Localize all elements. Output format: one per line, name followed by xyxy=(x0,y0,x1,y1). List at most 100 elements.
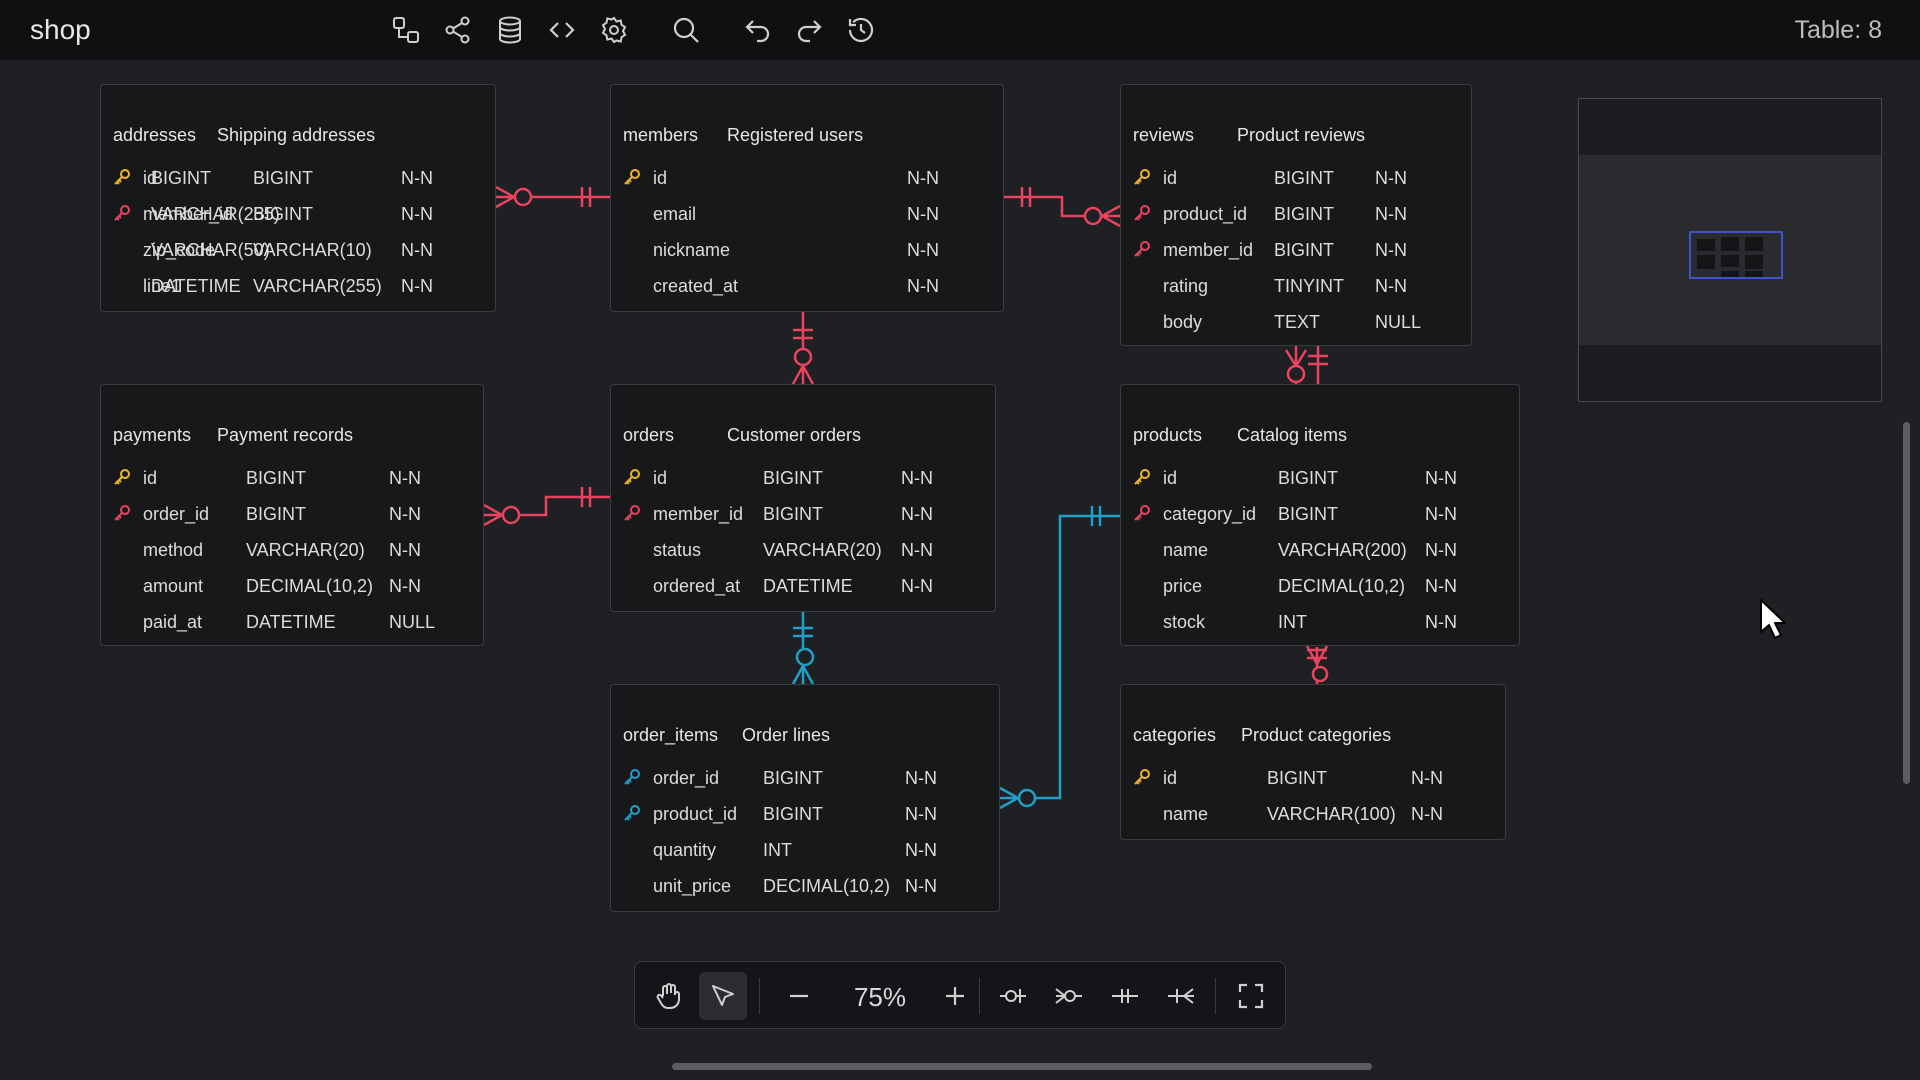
redo-icon[interactable] xyxy=(791,12,827,48)
zero-or-many-icon[interactable] xyxy=(1045,972,1093,1020)
zero-or-one-icon[interactable] xyxy=(989,972,1037,1020)
share-icon[interactable] xyxy=(440,12,476,48)
relation-orders-payments xyxy=(483,487,610,527)
column-type: TINYINT xyxy=(1274,276,1344,296)
column-row[interactable]: email VARCHAR(255) N-N xyxy=(151,197,1003,233)
column-row[interactable]: member_id BIGINT N-N xyxy=(611,497,995,533)
column-nullability: N-N xyxy=(401,240,433,260)
table-members[interactable]: members Registered users id BIGINT N-N email V… xyxy=(151,84,1004,312)
column-name: ordered_at xyxy=(653,576,741,596)
column-row[interactable]: id BIGINT N-N xyxy=(1121,161,1471,197)
column-type: DATETIME xyxy=(246,612,336,632)
foreign-key-icon xyxy=(113,204,131,222)
foreign-key-icon xyxy=(1133,240,1151,258)
column-row[interactable]: rating TINYINT N-N xyxy=(1121,269,1471,305)
column-row[interactable]: member_id BIGINT N-N xyxy=(1121,233,1471,269)
relation-members-reviews xyxy=(1004,187,1121,228)
hand-tool-icon[interactable] xyxy=(645,972,693,1020)
column-row[interactable]: stock INT N-N xyxy=(1121,605,1519,641)
one-or-many-icon[interactable] xyxy=(1157,972,1205,1020)
column-nullability: N-N xyxy=(901,576,933,596)
zoom-in-icon[interactable] xyxy=(931,972,979,1020)
column-nullability: N-N xyxy=(901,468,933,488)
column-row[interactable]: product_id BIGINT N-N xyxy=(1121,197,1471,233)
column-row[interactable]: id BIGINT N-N xyxy=(1121,461,1519,497)
column-type: VARCHAR(20) xyxy=(763,540,882,560)
undo-icon[interactable] xyxy=(740,12,776,48)
vertical-scrollbar[interactable] xyxy=(1903,422,1910,784)
column-row[interactable]: id BIGINT N-N xyxy=(101,461,483,497)
column-nullability: N-N xyxy=(389,504,421,524)
column-row[interactable]: ordered_at DATETIME N-N xyxy=(611,569,995,605)
column-type: BIGINT xyxy=(246,468,307,488)
column-name: id xyxy=(143,468,158,488)
table-name: categories xyxy=(1133,725,1217,745)
table-categories[interactable]: categories Product categories id BIGINT N-N n… xyxy=(1120,684,1506,840)
search-icon[interactable] xyxy=(668,12,704,48)
column-type: DECIMAL(10,2) xyxy=(763,876,891,896)
table-reviews[interactable]: reviews Product reviews id BIGINT N-N product… xyxy=(1120,84,1472,346)
table-description: Product reviews xyxy=(1237,125,1366,145)
column-nullability: N-N xyxy=(905,840,937,860)
column-row[interactable]: created_at DATETIME N-N xyxy=(151,269,1003,305)
column-row[interactable]: name VARCHAR(100) N-N xyxy=(1121,797,1505,833)
table-products[interactable]: products Catalog items id BIGINT N-N category… xyxy=(1120,384,1520,646)
column-row[interactable]: body TEXT NULL xyxy=(1121,305,1471,341)
relation-products-reviews xyxy=(1284,346,1328,384)
column-type: VARCHAR(10) xyxy=(253,240,372,260)
top-bar: shop Table: 8 xyxy=(0,0,1920,60)
column-row[interactable]: id BIGINT N-N xyxy=(611,461,995,497)
column-name: product_id xyxy=(653,804,738,824)
table-payments[interactable]: payments Payment records id BIGINT N-N order_… xyxy=(100,384,484,646)
exactly-one-icon[interactable] xyxy=(1101,972,1149,1020)
column-row[interactable]: quantity INT N-N xyxy=(611,833,999,869)
column-row[interactable]: amount DECIMAL(10,2) N-N xyxy=(101,569,483,605)
column-nullability: N-N xyxy=(1375,240,1407,260)
zoom-out-icon[interactable] xyxy=(775,972,823,1020)
column-row[interactable]: paid_at DATETIME NULL xyxy=(101,605,483,641)
primary-key-icon xyxy=(1133,168,1151,186)
table-name: members xyxy=(623,125,699,145)
column-nullability: N-N xyxy=(389,540,421,560)
horizontal-scrollbar[interactable] xyxy=(672,1063,1372,1070)
diagram-icon[interactable] xyxy=(388,12,424,48)
column-row[interactable]: category_id BIGINT N-N xyxy=(1121,497,1519,533)
column-type: INT xyxy=(1278,612,1307,632)
column-name: category_id xyxy=(1163,504,1257,524)
column-row[interactable]: order_id BIGINT N-N xyxy=(101,497,483,533)
table-order-items[interactable]: order_items Order lines order_id BIGINT N-N p… xyxy=(610,684,1000,912)
column-name: paid_at xyxy=(143,612,203,632)
column-row[interactable]: unit_price DECIMAL(10,2) N-N xyxy=(611,869,999,905)
column-type: TEXT xyxy=(1274,312,1321,332)
column-row[interactable]: nickname VARCHAR(50) N-N xyxy=(151,233,1003,269)
minimap-viewport[interactable] xyxy=(1689,231,1783,279)
database-icon[interactable] xyxy=(492,12,528,48)
table-orders[interactable]: orders Customer orders id BIGINT N-N member_i… xyxy=(610,384,996,612)
column-type: VARCHAR(100) xyxy=(1267,804,1396,824)
column-name: id xyxy=(1163,168,1178,188)
column-row[interactable]: method VARCHAR(20) N-N xyxy=(101,533,483,569)
minimap[interactable] xyxy=(1578,98,1882,402)
primary-key-icon xyxy=(113,468,131,486)
column-row[interactable]: order_id BIGINT N-N xyxy=(611,761,999,797)
code-icon[interactable] xyxy=(544,12,580,48)
column-name: name xyxy=(1163,804,1209,824)
column-type: BIGINT xyxy=(246,504,307,524)
column-row[interactable]: status VARCHAR(20) N-N xyxy=(611,533,995,569)
column-row[interactable]: id BIGINT N-N xyxy=(151,161,1003,197)
column-type: BIGINT xyxy=(1278,468,1339,488)
column-name: email xyxy=(653,204,697,224)
column-nullability: N-N xyxy=(1425,576,1457,596)
column-row[interactable]: name VARCHAR(200) N-N xyxy=(1121,533,1519,569)
select-pointer-icon[interactable] xyxy=(699,972,747,1020)
column-name: method xyxy=(143,540,204,560)
history-icon[interactable] xyxy=(843,12,879,48)
column-nullability: N-N xyxy=(1425,468,1457,488)
fullscreen-icon[interactable] xyxy=(1227,972,1275,1020)
column-row[interactable]: price DECIMAL(10,2) N-N xyxy=(1121,569,1519,605)
column-name: order_id xyxy=(143,504,210,524)
column-row[interactable]: product_id BIGINT N-N xyxy=(611,797,999,833)
column-nullability: N-N xyxy=(1375,168,1407,188)
gear-icon[interactable] xyxy=(596,12,632,48)
column-row[interactable]: id BIGINT N-N xyxy=(1121,761,1505,797)
